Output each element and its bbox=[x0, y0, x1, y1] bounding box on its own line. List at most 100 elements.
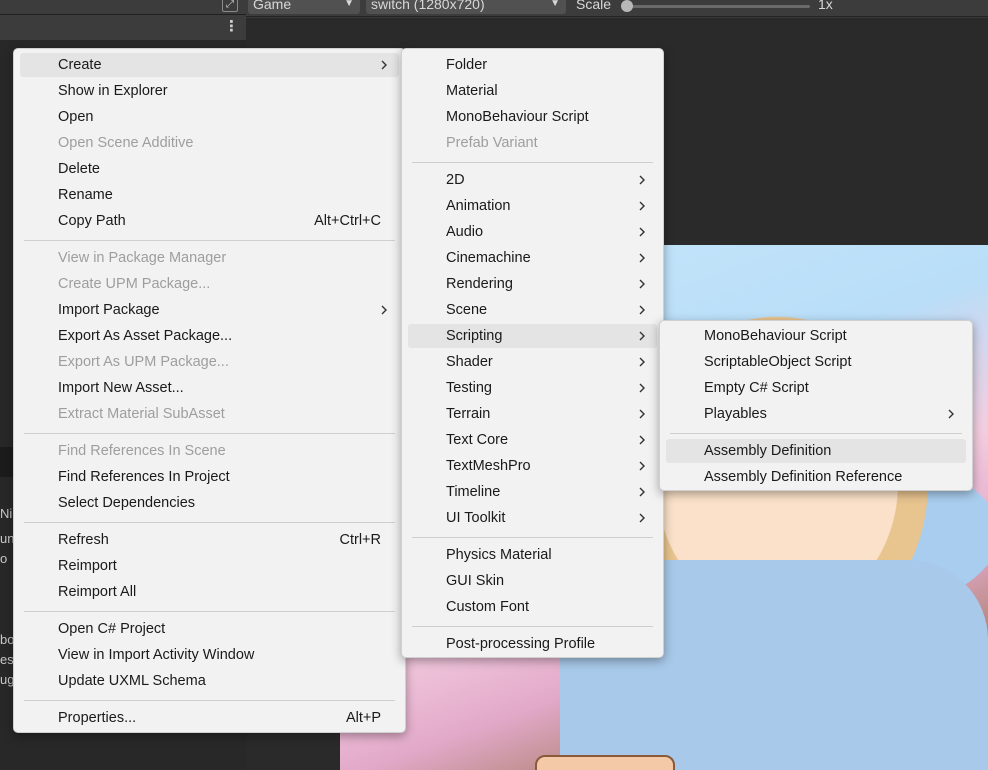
create-menu-item-monobehaviour-script[interactable]: MonoBehaviour Script bbox=[408, 105, 657, 129]
create-menu-item-physics-material[interactable]: Physics Material bbox=[408, 543, 657, 567]
chevron-right-icon bbox=[379, 298, 389, 322]
create-menu-item-textmeshpro[interactable]: TextMeshPro bbox=[408, 454, 657, 478]
menu-item-label: Copy Path bbox=[58, 213, 126, 229]
menu-item-label: Animation bbox=[446, 198, 511, 214]
menu-item-label: MonoBehaviour Script bbox=[704, 328, 847, 344]
context-menu-item-open-c-project[interactable]: Open C# Project bbox=[20, 617, 399, 641]
create-menu-item-cinemachine[interactable]: Cinemachine bbox=[408, 246, 657, 270]
create-menu-item-prefab-variant: Prefab Variant bbox=[408, 131, 657, 155]
menu-item-label: 2D bbox=[446, 172, 465, 188]
create-menu-item-animation[interactable]: Animation bbox=[408, 194, 657, 218]
menu-item-label: View in Package Manager bbox=[58, 250, 227, 266]
context-menu-item-find-references-in-project[interactable]: Find References In Project bbox=[20, 465, 399, 489]
create-menu-item-rendering[interactable]: Rendering bbox=[408, 272, 657, 296]
context-menu-item-import-new-asset[interactable]: Import New Asset... bbox=[20, 376, 399, 400]
create-menu-item-testing[interactable]: Testing bbox=[408, 376, 657, 400]
menu-item-label: Open bbox=[58, 109, 94, 125]
chevron-right-icon bbox=[946, 402, 956, 426]
chevron-right-icon bbox=[637, 298, 647, 322]
menu-item-label: TextMeshPro bbox=[446, 458, 531, 474]
menu-item-label: GUI Skin bbox=[446, 573, 505, 589]
create-menu-item-scene[interactable]: Scene bbox=[408, 298, 657, 322]
menu-item-shortcut: Alt+P bbox=[345, 710, 381, 726]
scale-label: Scale bbox=[576, 0, 612, 12]
context-menu-item-show-in-explorer[interactable]: Show in Explorer bbox=[20, 79, 399, 103]
menu-item-label: Cinemachine bbox=[446, 250, 531, 266]
panel-toolbar bbox=[0, 14, 246, 40]
create-menu-item-gui-skin[interactable]: GUI Skin bbox=[408, 569, 657, 593]
create-menu-item-custom-font[interactable]: Custom Font bbox=[408, 595, 657, 619]
context-menu-item-select-dependencies[interactable]: Select Dependencies bbox=[20, 491, 399, 515]
menu-item-label: Delete bbox=[58, 161, 100, 177]
menu-item-label: Properties... bbox=[58, 710, 137, 726]
menu-item-label: Assembly Definition bbox=[704, 443, 832, 459]
create-menu-item-scripting[interactable]: Scripting bbox=[408, 324, 657, 348]
more-options-icon[interactable]: ⋮ bbox=[224, 18, 239, 36]
menu-item-label: Scripting bbox=[446, 328, 503, 344]
context-menu-item-rename[interactable]: Rename bbox=[20, 183, 399, 207]
scripting-menu-item-scriptableobject-script[interactable]: ScriptableObject Script bbox=[666, 350, 966, 374]
menu-separator bbox=[24, 699, 395, 701]
context-menu-item-copy-path[interactable]: Copy Path Alt+Ctrl+C bbox=[20, 209, 399, 233]
context-menu-item-extract-material-subasset: Extract Material SubAsset bbox=[20, 402, 399, 426]
menu-item-label: Empty C# Script bbox=[704, 380, 809, 396]
context-menu-item-export-as-asset-package[interactable]: Export As Asset Package... bbox=[20, 324, 399, 348]
scripting-menu-item-assembly-definition[interactable]: Assembly Definition bbox=[666, 439, 966, 463]
menu-item-label: Material bbox=[446, 83, 498, 99]
create-menu-item-post-processing-profile[interactable]: Post-processing Profile bbox=[408, 632, 657, 656]
scale-slider-handle[interactable] bbox=[621, 0, 633, 12]
scripting-menu-item-assembly-definition-reference[interactable]: Assembly Definition Reference bbox=[666, 465, 966, 489]
menu-separator bbox=[412, 161, 653, 163]
context-menu-item-import-package[interactable]: Import Package bbox=[20, 298, 399, 322]
side-text-fragment: ug bbox=[0, 672, 13, 687]
context-menu-item-reimport-all[interactable]: Reimport All bbox=[20, 580, 399, 604]
menu-item-label: Rendering bbox=[446, 276, 513, 292]
menu-item-label: Post-processing Profile bbox=[446, 636, 596, 652]
context-menu-item-delete[interactable]: Delete bbox=[20, 157, 399, 181]
chevron-right-icon bbox=[637, 220, 647, 244]
scripting-menu-item-monobehaviour-script[interactable]: MonoBehaviour Script bbox=[666, 324, 966, 348]
menu-item-label: Create bbox=[58, 57, 102, 73]
context-menu-item-view-in-import-activity-window[interactable]: View in Import Activity Window bbox=[20, 643, 399, 667]
chevron-right-icon bbox=[637, 246, 647, 270]
menu-item-label: Folder bbox=[446, 57, 488, 73]
context-menu-item-properties[interactable]: Properties... Alt+P bbox=[20, 706, 399, 730]
scripting-submenu: MonoBehaviour Script ScriptableObject Scr… bbox=[659, 320, 973, 491]
context-menu-item-update-uxml-schema[interactable]: Update UXML Schema bbox=[20, 669, 399, 693]
menu-item-label: MonoBehaviour Script bbox=[446, 109, 589, 125]
scale-slider[interactable] bbox=[626, 5, 810, 8]
create-menu-item-text-core[interactable]: Text Core bbox=[408, 428, 657, 452]
menu-item-label: Extract Material SubAsset bbox=[58, 406, 225, 422]
create-menu-item-folder[interactable]: Folder bbox=[408, 53, 657, 77]
create-menu-item-shader[interactable]: Shader bbox=[408, 350, 657, 374]
menu-item-label: Timeline bbox=[446, 484, 501, 500]
scripting-menu-item-playables[interactable]: Playables bbox=[666, 402, 966, 426]
create-menu-item-material[interactable]: Material bbox=[408, 79, 657, 103]
create-menu-item-ui-toolkit[interactable]: UI Toolkit bbox=[408, 506, 657, 530]
side-text-fragment: o bbox=[0, 551, 8, 566]
menu-item-label: Playables bbox=[704, 406, 767, 422]
menu-separator bbox=[24, 521, 395, 523]
menu-item-label: Assembly Definition Reference bbox=[704, 469, 903, 485]
game-render-ui-element bbox=[535, 755, 675, 770]
context-menu-item-create[interactable]: Create bbox=[20, 53, 399, 77]
menu-item-label: Scene bbox=[446, 302, 488, 318]
menu-item-label: Import New Asset... bbox=[58, 380, 184, 396]
context-menu-item-refresh[interactable]: Refresh Ctrl+R bbox=[20, 528, 399, 552]
context-menu-item-open-scene-additive: Open Scene Additive bbox=[20, 131, 399, 155]
scripting-menu-item-empty-c-script[interactable]: Empty C# Script bbox=[666, 376, 966, 400]
create-menu-item-2d[interactable]: 2D bbox=[408, 168, 657, 192]
context-menu-item-reimport[interactable]: Reimport bbox=[20, 554, 399, 578]
chevron-right-icon bbox=[637, 168, 647, 192]
resolution-dropdown[interactable]: switch (1280x720) ▼ bbox=[366, 0, 566, 14]
menu-item-label: Prefab Variant bbox=[446, 135, 538, 151]
chevron-right-icon bbox=[637, 428, 647, 452]
create-menu-item-audio[interactable]: Audio bbox=[408, 220, 657, 244]
menu-item-label: Reimport All bbox=[58, 584, 137, 600]
create-menu-item-timeline[interactable]: Timeline bbox=[408, 480, 657, 504]
game-view-dropdown[interactable]: Game ▼ bbox=[248, 0, 360, 14]
chevron-right-icon bbox=[637, 324, 647, 348]
create-menu-item-terrain[interactable]: Terrain bbox=[408, 402, 657, 426]
context-menu-item-open[interactable]: Open bbox=[20, 105, 399, 129]
maximize-icon[interactable]: ⤢ bbox=[222, 0, 238, 12]
